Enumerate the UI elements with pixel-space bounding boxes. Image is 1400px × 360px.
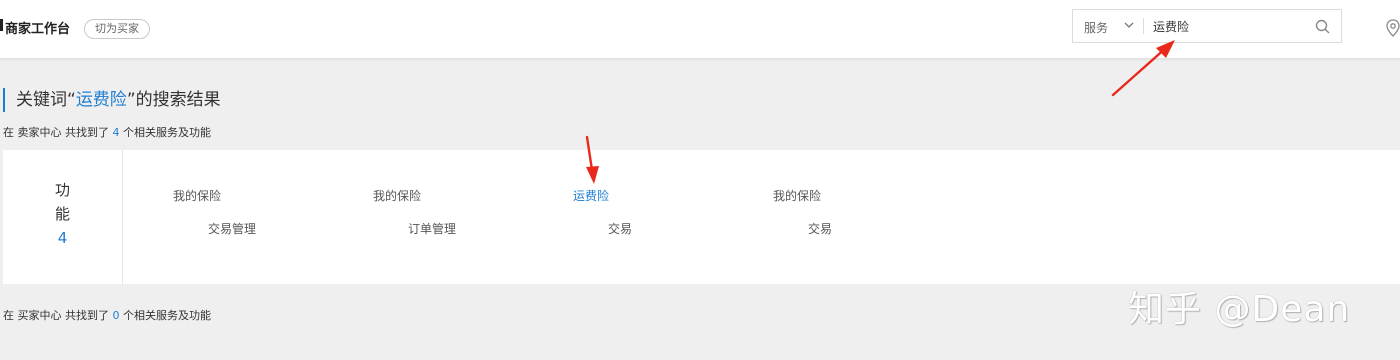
seller-center-summary: 在 卖家中心 共找到了 4 个相关服务及功能 [3, 124, 211, 140]
function-count: 4 [57, 229, 68, 247]
brand-title: 商家工作台 [5, 22, 71, 37]
seller-summary-suffix: 个相关服务及功能 [119, 126, 211, 139]
heading-suffix: ”的搜索结果 [126, 90, 221, 110]
result-category: 交易 [808, 222, 833, 236]
annotation-arrow [585, 135, 599, 184]
result-title-link[interactable]: 运费险 [573, 187, 773, 204]
search-icon[interactable] [1315, 19, 1330, 34]
watermark: 知乎 @Dean [1128, 289, 1351, 330]
result-item[interactable]: 运费险 交易 [573, 187, 773, 237]
switch-to-buyer-button[interactable]: 切为买家 [84, 19, 150, 39]
result-item[interactable]: 我的保险 订单管理 [373, 187, 573, 237]
annotation-arrow [1111, 40, 1175, 97]
function-char-1: 功 [54, 181, 70, 199]
heading-prefix: 关键词“ [16, 90, 76, 110]
seller-summary-prefix: 在 卖家中心 共找到了 [3, 126, 113, 139]
result-item[interactable]: 我的保险 交易管理 [173, 187, 373, 237]
result-title-link[interactable]: 我的保险 [773, 187, 973, 204]
result-item[interactable]: 我的保险 交易 [773, 187, 973, 237]
buyer-summary-count: 0 [112, 309, 120, 322]
search-divider [1143, 18, 1144, 34]
top-bar: 商家工作台 切为买家 服务 [0, 0, 1400, 59]
buyer-center-summary: 在 买家中心 共找到了 0 个相关服务及功能 [3, 307, 211, 323]
location-icon[interactable] [1384, 18, 1400, 38]
buyer-summary-suffix: 个相关服务及功能 [119, 309, 211, 322]
result-title-link[interactable]: 我的保险 [373, 187, 573, 204]
function-category-label: 功 能 4 [3, 150, 123, 284]
seller-summary-count: 4 [112, 126, 120, 139]
buyer-summary-prefix: 在 买家中心 共找到了 [3, 309, 113, 322]
function-results-panel: 功 能 4 我的保险 交易管理 我的保险 订单管理 运费险 交易 我的保险 交易 [3, 150, 1400, 284]
heading-keyword: 运费险 [75, 90, 127, 110]
result-category: 交易管理 [208, 222, 257, 236]
result-category: 交易 [608, 222, 633, 236]
logo-icon [0, 19, 3, 31]
function-char-2: 能 [54, 205, 70, 223]
result-title-link[interactable]: 我的保险 [173, 187, 373, 204]
result-category: 订单管理 [408, 222, 457, 236]
search-results-heading: 关键词“运费险”的搜索结果 [3, 88, 221, 112]
chevron-down-icon[interactable] [1123, 19, 1135, 31]
search-input[interactable] [1153, 16, 1303, 36]
